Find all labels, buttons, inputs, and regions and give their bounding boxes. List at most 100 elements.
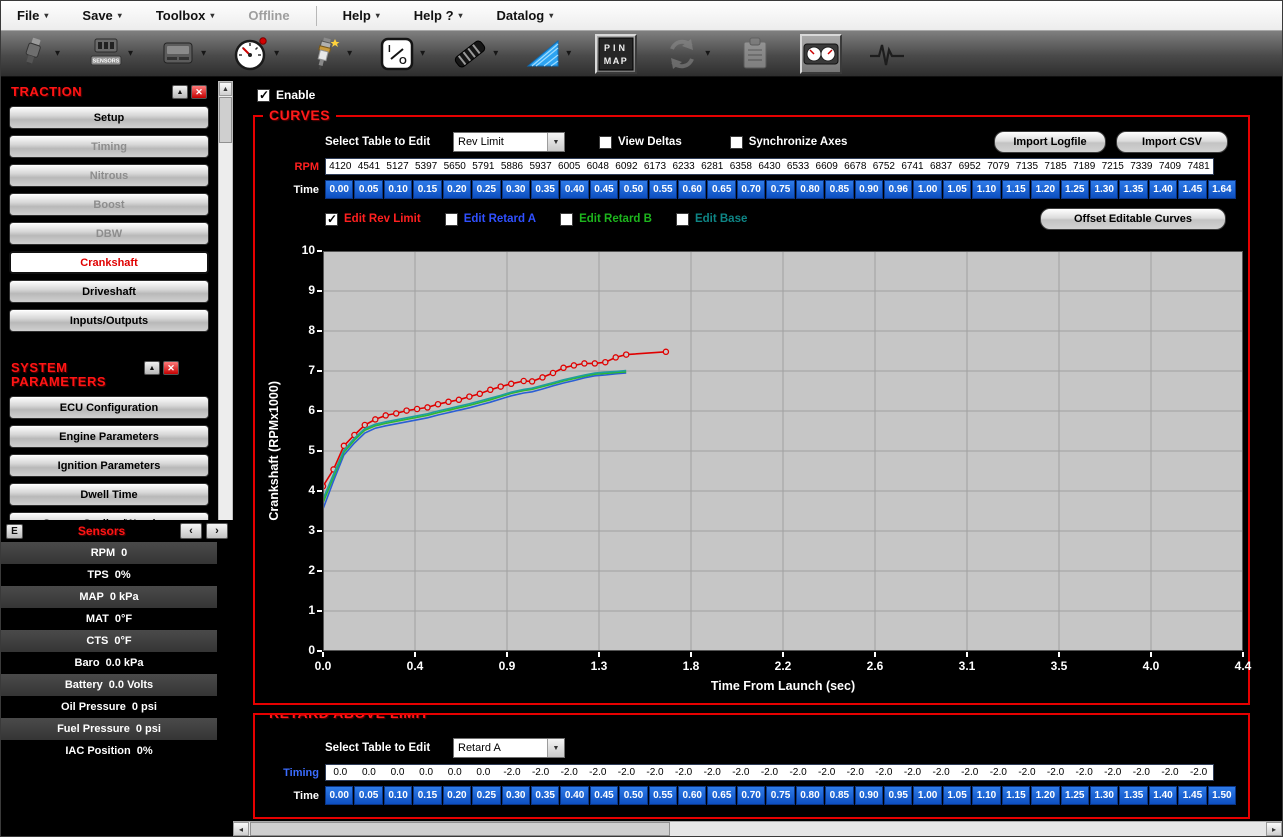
sidebar-item-driveshaft[interactable]: Driveshaft [9, 280, 209, 303]
rpm-cell[interactable]: 6752 [870, 161, 899, 172]
retard-time-cell[interactable]: 0.25 [472, 786, 500, 805]
rpm-cell[interactable]: 5886 [498, 161, 527, 172]
rpm-cell[interactable]: 6952 [955, 161, 984, 172]
time-cell[interactable]: 0.60 [678, 180, 706, 199]
synchronize-axes-toggle[interactable]: Synchronize Axes [730, 136, 848, 149]
rpm-cell[interactable]: 4541 [355, 161, 384, 172]
timing-cell[interactable]: -2.0 [841, 767, 870, 778]
timing-cell[interactable]: 0.0 [412, 767, 441, 778]
chevron-down-icon[interactable]: ▾ [274, 48, 279, 59]
chevron-down-icon[interactable]: ▾ [128, 48, 133, 59]
timing-cell[interactable]: -2.0 [555, 767, 584, 778]
menu-item-datalog[interactable]: Datalog▾ [497, 8, 554, 23]
retard-table-select[interactable]: Retard A ▼ [453, 738, 565, 758]
sidebar-item-dwell-time[interactable]: Dwell Time [9, 483, 209, 506]
retard-time-cell[interactable]: 1.20 [1031, 786, 1059, 805]
timing-cell[interactable]: -2.0 [755, 767, 784, 778]
time-cell[interactable]: 1.10 [972, 180, 1000, 199]
timing-cell[interactable]: -2.0 [984, 767, 1013, 778]
timing-cell[interactable]: 0.0 [383, 767, 412, 778]
time-cell[interactable]: 0.10 [384, 180, 412, 199]
rpm-cell[interactable]: 6837 [927, 161, 956, 172]
timing-cell[interactable]: -2.0 [1041, 767, 1070, 778]
retard-time-cell[interactable]: 0.15 [413, 786, 441, 805]
time-cell[interactable]: 1.30 [1090, 180, 1118, 199]
menu-item-save[interactable]: Save▾ [82, 8, 121, 23]
edit-toggle-edit-base[interactable]: Edit Base [676, 213, 747, 226]
pin-map-icon[interactable]: PINMAP [595, 34, 637, 74]
chevron-down-icon[interactable]: ▾ [55, 48, 60, 59]
time-cell[interactable]: 1.35 [1119, 180, 1147, 199]
chevron-down-icon[interactable]: ▾ [493, 48, 498, 59]
sidebar-item-crankshaft[interactable]: Crankshaft [9, 251, 209, 274]
ecu-module-icon[interactable] [157, 34, 199, 74]
time-cell[interactable]: 1.64 [1208, 180, 1236, 199]
retard-time-cell[interactable]: 1.00 [913, 786, 941, 805]
rpm-cell[interactable]: 7215 [1098, 161, 1127, 172]
retard-time-cell[interactable]: 0.65 [707, 786, 735, 805]
scrollbar-thumb[interactable] [250, 822, 670, 836]
retard-time-cell[interactable]: 1.50 [1208, 786, 1236, 805]
scroll-up-icon[interactable]: ▲ [219, 82, 232, 96]
time-cell[interactable]: 0.96 [884, 180, 912, 199]
retard-time-cell[interactable]: 1.15 [1002, 786, 1030, 805]
rpm-cell[interactable]: 7339 [1127, 161, 1156, 172]
menu-item-toolbox[interactable]: Toolbox▾ [156, 8, 215, 23]
time-cell[interactable]: 0.85 [825, 180, 853, 199]
time-cell[interactable]: 1.25 [1061, 180, 1089, 199]
timing-cell[interactable]: -2.0 [870, 767, 899, 778]
retard-time-cell[interactable]: 0.70 [737, 786, 765, 805]
rpm-cell[interactable]: 5791 [469, 161, 498, 172]
timing-cell[interactable]: 0.0 [469, 767, 498, 778]
retard-time-cell[interactable]: 0.60 [678, 786, 706, 805]
rpm-cell[interactable]: 6678 [841, 161, 870, 172]
rpm-cell[interactable]: 6741 [898, 161, 927, 172]
dual-gauge-icon[interactable] [800, 34, 842, 74]
timing-cell[interactable]: -2.0 [955, 767, 984, 778]
time-cell[interactable]: 1.40 [1149, 180, 1177, 199]
rpm-cell[interactable]: 5127 [383, 161, 412, 172]
time-cell[interactable]: 1.05 [943, 180, 971, 199]
collapse-panel-button[interactable]: ▲ [144, 361, 160, 375]
offset-editable-curves-button[interactable]: Offset Editable Curves [1040, 208, 1226, 230]
chevron-down-icon[interactable]: ▾ [566, 48, 571, 59]
sidebar-item-setup[interactable]: Setup [9, 106, 209, 129]
retard-time-cell[interactable]: 1.25 [1061, 786, 1089, 805]
timing-cell[interactable]: -2.0 [526, 767, 555, 778]
menu-item-offline[interactable]: Offline [248, 8, 289, 23]
retard-time-cell[interactable]: 0.55 [649, 786, 677, 805]
retard-time-cell[interactable]: 1.40 [1149, 786, 1177, 805]
collapse-panel-button[interactable]: ▲ [172, 85, 188, 99]
time-cell[interactable]: 0.90 [855, 180, 883, 199]
sidebar-item-ignition-parameters[interactable]: Ignition Parameters [9, 454, 209, 477]
retard-time-cell[interactable]: 0.95 [884, 786, 912, 805]
timing-cell[interactable]: 0.0 [440, 767, 469, 778]
import-logfile-button[interactable]: Import Logfile [994, 131, 1106, 153]
timing-cell[interactable]: -2.0 [641, 767, 670, 778]
rpm-cell[interactable]: 6048 [583, 161, 612, 172]
timing-cell[interactable]: -2.0 [669, 767, 698, 778]
rpm-cell[interactable]: 6281 [698, 161, 727, 172]
scroll-right-icon[interactable]: ▸ [1266, 822, 1282, 836]
retard-time-cell[interactable]: 1.30 [1090, 786, 1118, 805]
rpm-cell[interactable]: 7079 [984, 161, 1013, 172]
timing-cell[interactable]: -2.0 [1184, 767, 1213, 778]
edit-toggle-edit-rev-limit[interactable]: Edit Rev Limit [325, 213, 421, 226]
time-cell[interactable]: 0.45 [590, 180, 618, 199]
curves-table-select[interactable]: Rev Limit ▼ [453, 132, 565, 152]
sensors-next-button[interactable]: › [206, 523, 228, 539]
timing-cell[interactable]: -2.0 [784, 767, 813, 778]
time-cell[interactable]: 0.15 [413, 180, 441, 199]
sensors-icon[interactable]: SENSORS [84, 34, 126, 74]
edit-toggle-checkbox[interactable] [325, 213, 338, 226]
timing-cell[interactable]: -2.0 [1156, 767, 1185, 778]
retard-time-cell[interactable]: 0.40 [560, 786, 588, 805]
retard-time-cell[interactable]: 1.05 [943, 786, 971, 805]
retard-time-cell[interactable]: 0.50 [619, 786, 647, 805]
time-cell[interactable]: 0.20 [443, 180, 471, 199]
close-panel-button[interactable]: ✕ [163, 361, 179, 375]
retard-time-cell[interactable]: 0.35 [531, 786, 559, 805]
time-cell[interactable]: 0.70 [737, 180, 765, 199]
rpm-cell[interactable]: 5397 [412, 161, 441, 172]
retard-time-cell[interactable]: 0.30 [502, 786, 530, 805]
